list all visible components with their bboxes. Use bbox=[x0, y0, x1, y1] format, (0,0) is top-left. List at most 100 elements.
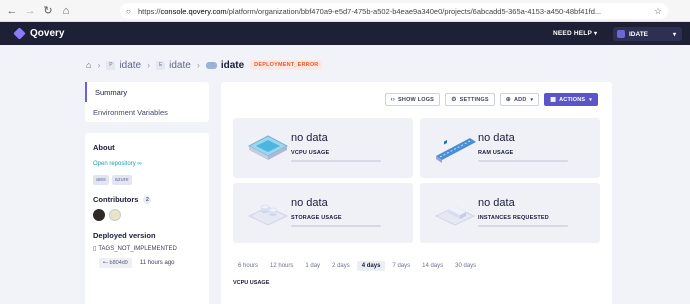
organization-avatar-icon bbox=[617, 30, 625, 38]
chevron-down-icon: ▾ bbox=[672, 31, 676, 38]
tag-list: aws azure bbox=[93, 175, 201, 185]
organization-name: IDATE bbox=[629, 30, 649, 38]
breadcrumb-application[interactable]: idate bbox=[221, 60, 244, 71]
environment-letter-icon: E bbox=[156, 60, 166, 70]
actions-label: ACTIONS bbox=[559, 96, 586, 103]
application-icon bbox=[205, 61, 217, 69]
metric-label: VCPU USAGE bbox=[291, 150, 330, 156]
metric-value: no data bbox=[291, 197, 328, 209]
avatar[interactable] bbox=[93, 209, 105, 221]
contributors-heading: Contributors 2 bbox=[93, 195, 201, 204]
url-scheme: https:// bbox=[138, 6, 161, 16]
tag-icon: ▯ bbox=[93, 246, 97, 252]
range-4-days[interactable]: 4 days bbox=[356, 261, 386, 271]
qovery-logo[interactable]: Qovery bbox=[13, 27, 65, 40]
home-icon[interactable]: ⌂ bbox=[60, 5, 72, 17]
lock-icon: ○ bbox=[126, 6, 131, 16]
range-12-hours[interactable]: 12 hours bbox=[265, 261, 298, 271]
range-7-days[interactable]: 7 days bbox=[387, 261, 415, 271]
reload-icon[interactable]: ↻ bbox=[42, 5, 54, 17]
plus-circle-icon: ⊕ bbox=[505, 97, 511, 103]
chart-section-title: VCPU USAGE bbox=[233, 280, 270, 286]
range-1-day[interactable]: 1 day bbox=[300, 261, 325, 271]
metric-card-instances: no data INSTANCES REQUESTED bbox=[420, 183, 600, 243]
tag: azure bbox=[111, 175, 132, 185]
chevron-down-icon: ▾ bbox=[530, 96, 534, 103]
summary-panel: ‹› SHOW LOGS ⚙ SETTINGS ⊕ ADD ▾ ▦ ACTION… bbox=[221, 82, 612, 304]
settings-label: SETTINGS bbox=[459, 96, 489, 103]
instances-icon bbox=[434, 206, 476, 226]
about-title: About bbox=[93, 143, 115, 152]
need-help-button[interactable]: NEED HELP ▾ bbox=[553, 30, 597, 37]
breadcrumb-separator-icon: › bbox=[147, 60, 151, 70]
breadcrumb-project[interactable]: idate bbox=[119, 60, 141, 71]
home-icon[interactable]: ⌂ bbox=[86, 60, 91, 70]
metric-label: RAM USAGE bbox=[478, 150, 514, 156]
organization-selector[interactable]: IDATE ▾ bbox=[613, 27, 682, 41]
contributor-avatars bbox=[93, 209, 201, 221]
settings-button[interactable]: ⚙ SETTINGS bbox=[445, 93, 495, 106]
app-topbar: Qovery NEED HELP ▾ IDATE ▾ bbox=[0, 22, 690, 45]
breadcrumb: ⌂ › P idate › E idate › idate DEPLOYMENT… bbox=[86, 59, 323, 71]
metric-value: no data bbox=[291, 132, 328, 144]
nav-item-label: Environment Variables bbox=[93, 107, 168, 117]
tag: aws bbox=[93, 175, 109, 185]
range-2-days[interactable]: 2 days bbox=[327, 261, 355, 271]
forward-arrow-icon[interactable]: → bbox=[24, 5, 36, 17]
metric-bar bbox=[291, 225, 381, 227]
add-button[interactable]: ⊕ ADD ▾ bbox=[499, 93, 540, 106]
metric-bar bbox=[478, 225, 568, 227]
range-14-days[interactable]: 14 days bbox=[417, 261, 448, 271]
status-badge: DEPLOYMENT_ERROR bbox=[250, 60, 323, 70]
metric-label: INSTANCES REQUESTED bbox=[478, 215, 549, 221]
chevron-down-icon: ▾ bbox=[589, 96, 592, 103]
url-host: console.qovery.com bbox=[160, 6, 227, 16]
commit-row: •– b804d9 11 hours ago bbox=[93, 258, 201, 268]
contributors-count: 2 bbox=[143, 195, 152, 204]
contributors-title: Contributors bbox=[93, 195, 139, 204]
back-arrow-icon[interactable]: ← bbox=[6, 5, 18, 17]
metric-label: STORAGE USAGE bbox=[291, 215, 342, 221]
range-30-days[interactable]: 30 days bbox=[450, 261, 481, 271]
open-repository-link[interactable]: Open repository ∞ bbox=[93, 161, 201, 167]
browser-toolbar: ← → ↻ ⌂ ○ https:// console.qovery.com /p… bbox=[0, 0, 690, 22]
url-path: /platform/organization/bbf470a9-e5d7-475… bbox=[226, 6, 602, 16]
need-help-label: NEED HELP bbox=[553, 30, 593, 37]
storage-icon bbox=[247, 204, 289, 226]
actions-button[interactable]: ▦ ACTIONS ▾ bbox=[544, 93, 598, 106]
logo-text: Qovery bbox=[30, 28, 65, 39]
bookmark-star-icon[interactable]: ☆ bbox=[654, 6, 662, 17]
commit-time: 11 hours ago bbox=[139, 260, 175, 266]
breadcrumb-separator-icon: › bbox=[97, 60, 101, 70]
show-logs-label: SHOW LOGS bbox=[398, 96, 435, 103]
show-logs-button[interactable]: ‹› SHOW LOGS bbox=[384, 93, 441, 106]
application-nav: Summary Environment Variables bbox=[85, 82, 209, 122]
nav-item-environment-variables[interactable]: Environment Variables bbox=[85, 102, 209, 122]
metric-card-vcpu: no data VCPU USAGE bbox=[233, 118, 413, 178]
range-6-hours[interactable]: 6 hours bbox=[233, 261, 263, 271]
add-label: ADD bbox=[514, 96, 527, 103]
commit-hash-button[interactable]: •– b804d9 bbox=[99, 258, 132, 268]
chevron-down-icon: ▾ bbox=[594, 31, 598, 37]
metric-bar bbox=[291, 160, 381, 162]
about-card: About Open repository ∞ aws azure Contri… bbox=[85, 133, 209, 304]
project-letter-icon: P bbox=[106, 60, 116, 70]
action-toolbar: ‹› SHOW LOGS ⚙ SETTINGS ⊕ ADD ▾ ▦ ACTION… bbox=[384, 93, 598, 106]
metric-value: no data bbox=[478, 197, 515, 209]
avatar[interactable] bbox=[109, 209, 121, 221]
address-bar[interactable]: ○ https:// console.qovery.com /platform/… bbox=[120, 3, 668, 19]
link-icon: ∞ bbox=[137, 161, 142, 167]
nav-item-label: Summary bbox=[95, 87, 128, 97]
ram-stick-icon bbox=[436, 138, 476, 163]
calendar-icon: ▦ bbox=[550, 97, 557, 103]
logs-icon: ‹› bbox=[390, 96, 396, 103]
breadcrumb-environment[interactable]: idate bbox=[169, 60, 191, 71]
breadcrumb-separator-icon: › bbox=[196, 60, 200, 70]
gear-icon: ⚙ bbox=[451, 97, 457, 103]
cpu-chip-icon bbox=[247, 135, 289, 160]
nav-item-summary[interactable]: Summary bbox=[85, 82, 209, 102]
commit-hash: b804d9 bbox=[109, 260, 128, 266]
open-repository-label: Open repository bbox=[93, 161, 136, 167]
deployed-tag-text: TAGS_NOT_IMPLEMENTED bbox=[98, 245, 177, 252]
commit-icon: •– bbox=[103, 260, 108, 266]
